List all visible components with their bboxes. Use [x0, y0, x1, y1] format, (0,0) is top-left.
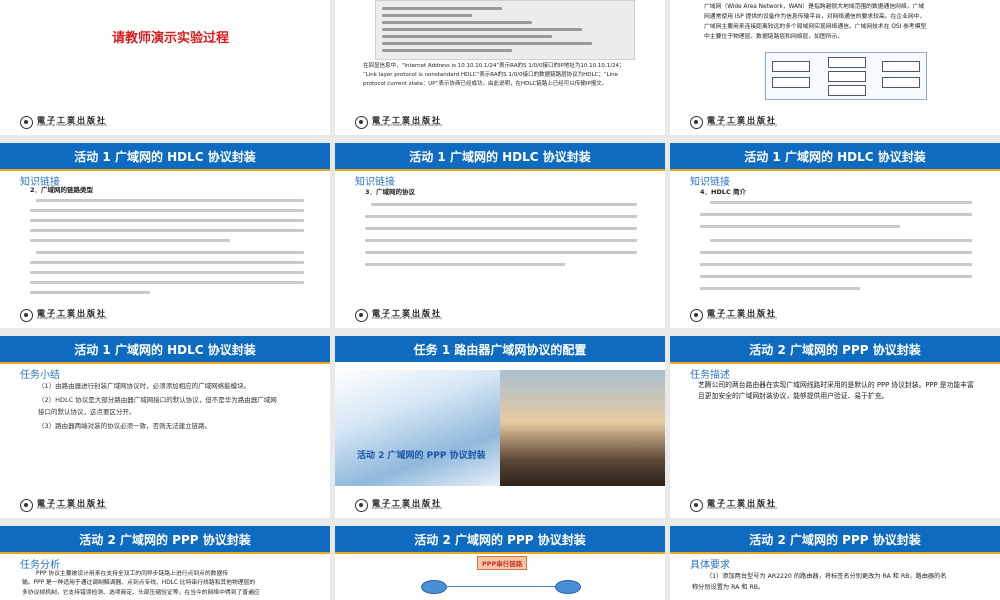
publisher-english: Publishing House of Electronics Industry	[37, 123, 108, 128]
publisher-footer: 電子工業出版社 Publishing House of Electronics I…	[690, 497, 777, 513]
publisher-logo-icon	[20, 308, 33, 322]
slide-title-bar: 活动 2 广域网的 PPP 协议封装	[0, 526, 330, 554]
slide-task-analysis[interactable]: 活动 2 广域网的 PPP 协议封装 任务分析 PPP 协议主要被设计用来在支持…	[0, 526, 330, 600]
publisher-footer: 電子工業出版社 Publishing House of Electronics I…	[690, 114, 777, 130]
slide-wan-intro[interactable]: 广域网（Wide Area Network，WAN）是指跨越很大地域范围的数据通…	[670, 0, 1000, 135]
activity-label: 活动 2 广域网的 PPP 协议封装	[357, 451, 486, 461]
section-label: 任务分析	[20, 560, 60, 571]
publisher-logo-icon	[690, 498, 703, 512]
publisher-footer: 電子工業出版社 Publishing House of Electronics I…	[355, 497, 442, 513]
publisher-logo-icon	[355, 308, 368, 322]
slide-ppp-topology[interactable]: 活动 2 广域网的 PPP 协议封装 PPP串行链路	[335, 526, 665, 600]
subsection-heading: 4．HDLC 简介	[700, 188, 747, 196]
cover-photo: 活动 2 广域网的 PPP 协议封装	[335, 370, 665, 486]
publisher-footer: 電子工業出版社 Publishing House of Electronics I…	[20, 307, 107, 323]
publisher-footer: 電子工業出版社 Publishing House of Electronics I…	[20, 497, 107, 513]
slide-title-bar: 活动 2 广域网的 PPP 协议封装	[335, 526, 665, 554]
slide-title-bar: 活动 1 广域网的 HDLC 协议封装	[335, 143, 665, 171]
publisher-footer: 電子工業出版社 Publishing House of Electronics I…	[355, 307, 442, 323]
section-label: 具体要求	[690, 560, 730, 571]
slide-title-bar: 活动 2 广域网的 PPP 协议封装	[670, 526, 1000, 554]
osi-wan-diagram	[765, 52, 927, 100]
verify-caption: 在回显信息中，“Internet Address is 10.10.10.1/2…	[363, 63, 625, 87]
publisher-footer: 電子工業出版社 Publishing House of Electronics I…	[690, 307, 777, 323]
publisher-footer: 電子工業出版社 Publishing House of Electronics I…	[355, 114, 442, 130]
list-item: （3）路由器两端对装的协议必须一致，否则无法建立链路。	[38, 422, 212, 430]
slide-wan-protocols[interactable]: 活动 1 广域网的 HDLC 协议封装 知识链接 3．广域网的协议 電子工業出版…	[335, 143, 665, 328]
publisher-logo-icon	[20, 498, 33, 512]
slide-hdlc-intro[interactable]: 活动 1 广域网的 HDLC 协议封装 知识链接 4．HDLC 简介 電子工業出…	[670, 143, 1000, 328]
ppp-topology-diagram: PPP串行链路	[413, 556, 593, 600]
slide-title-bar: 活动 1 广域网的 HDLC 协议封装	[670, 143, 1000, 171]
slide-requirements[interactable]: 活动 2 广域网的 PPP 协议封装 具体要求 （1）添加两台型号为 AR222…	[670, 526, 1000, 600]
publisher-logo-icon	[355, 115, 368, 129]
subsection-heading: 3．广域网的协议	[365, 188, 416, 196]
list-item: （1）由路由器进行封装广域网协议时，必须添加相应的广域网络能模块。	[38, 382, 251, 390]
slide-task-summary[interactable]: 活动 1 广域网的 HDLC 协议封装 任务小结 （1）由路由器进行封装广域网协…	[0, 336, 330, 518]
slide-title-bar: 任务 1 路由器广域网协议的配置	[335, 336, 665, 362]
slide-link-types[interactable]: 活动 1 广域网的 HDLC 协议封装 知识链接 2．广域网的链路类型 電子工業…	[0, 143, 330, 328]
list-item: 接口的默认协议，这点要区分开。	[38, 408, 136, 416]
slide-task-cover[interactable]: 任务 1 路由器广域网协议的配置 活动 2 广域网的 PPP 协议封装 電子工業…	[335, 336, 665, 518]
section-label: 任务小结	[20, 370, 60, 381]
slide-title-bar: 活动 1 广域网的 HDLC 协议封装	[0, 336, 330, 364]
slide-title-bar: 活动 2 广域网的 PPP 协议封装	[670, 336, 1000, 364]
slide-hdlc-verify[interactable]: 在回显信息中，“Internet Address is 10.10.10.1/2…	[335, 0, 665, 135]
publisher-logo-icon	[355, 498, 368, 512]
slide-demo[interactable]: 请教师演示实验过程 電子工業出版社 Publishing House of Ele…	[0, 0, 330, 135]
publisher-footer: 電子工業出版社 Publishing House of Electronics I…	[20, 114, 107, 130]
router-ra-icon	[421, 580, 447, 594]
task-description-text: 艺腾公司的两台路由器在实现广域网线路时采用的是默认的 PPP 协议封装。PPP …	[698, 381, 974, 400]
cli-output-block	[375, 0, 635, 60]
demo-instruction: 请教师演示实验过程	[112, 31, 230, 46]
serial-link	[445, 586, 555, 587]
publisher-logo-icon	[690, 115, 703, 129]
publisher-logo-icon	[690, 308, 703, 322]
wan-paragraph: 广域网（Wide Area Network，WAN）是指跨越很大地域范围的数据通…	[704, 4, 927, 41]
publisher-logo-icon	[20, 115, 33, 129]
subsection-heading: 2．广域网的链路类型	[30, 186, 94, 194]
list-item: （2）HDLC 协议是大部分路由器广域网接口的默认协议，但不是华为路由器广域网	[38, 396, 277, 404]
slide-task-description[interactable]: 活动 2 广域网的 PPP 协议封装 任务描述 艺腾公司的两台路由器在实现广域网…	[670, 336, 1000, 518]
section-label: 任务描述	[690, 370, 730, 381]
analysis-text: PPP 协议主要被设计用来在支持全双工的同异步链路上进行点到点的数据传 输。PP…	[22, 571, 260, 596]
slide-title-bar: 活动 1 广域网的 HDLC 协议封装	[0, 143, 330, 171]
ppp-link-label: PPP串行链路	[477, 556, 528, 570]
requirements-text: （1）添加两台型号为 AR2220 的路由器，将标签名分别更改为 RA 和 RB…	[692, 573, 947, 591]
router-rb-icon	[555, 580, 581, 594]
